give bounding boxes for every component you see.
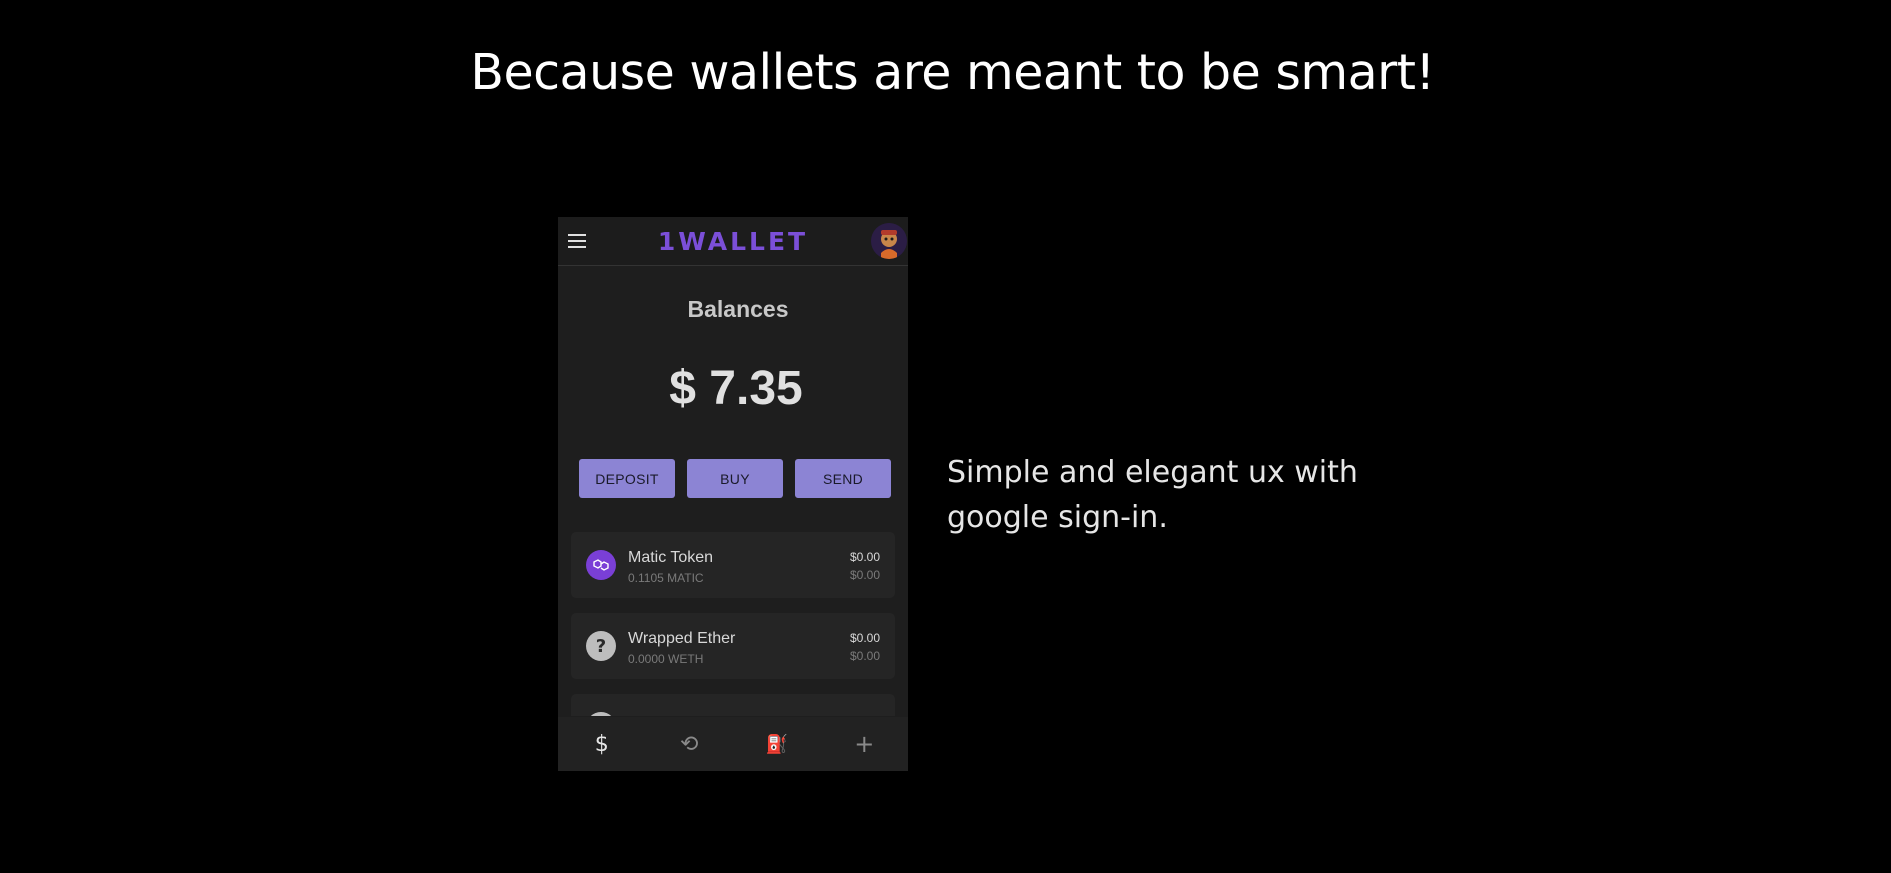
buy-button[interactable]: BUY bbox=[687, 459, 783, 498]
token-row-weth[interactable]: ? Wrapped Ether 0.0000 WETH $0.00 $0.00 bbox=[571, 613, 895, 679]
token-list: Matic Token 0.1105 MATIC $0.00 $0.00 ? W… bbox=[571, 532, 895, 716]
balances-title: Balances bbox=[687, 296, 789, 322]
deposit-button[interactable]: DEPOSIT bbox=[579, 459, 675, 498]
token-row-matic[interactable]: Matic Token 0.1105 MATIC $0.00 $0.00 bbox=[571, 532, 895, 598]
action-buttons: DEPOSIT BUY SEND bbox=[579, 459, 891, 498]
bottom-navigation: $ ⟲ ⛽ + bbox=[558, 717, 908, 771]
dollar-icon: $ bbox=[594, 731, 609, 757]
nav-gas[interactable]: ⛽ bbox=[747, 717, 807, 771]
total-balance: $ 7.35 bbox=[669, 362, 803, 415]
nav-history[interactable]: ⟲ bbox=[659, 717, 719, 771]
token-value: $0.00 bbox=[849, 631, 880, 645]
balances-screen: Balances $ 7.35 DEPOSIT BUY SEND Matic T… bbox=[558, 266, 908, 716]
token-value-secondary: $0.00 bbox=[849, 649, 880, 663]
headline: Because wallets are meant to be smart! bbox=[470, 44, 1435, 101]
plus-icon: + bbox=[854, 730, 875, 758]
token-value: $0.00 bbox=[849, 550, 880, 564]
token-name: Wrapped Ether bbox=[628, 630, 736, 647]
token-icon bbox=[586, 712, 616, 716]
token-value-secondary: $0.00 bbox=[849, 568, 880, 582]
app-bar: 1WALLET bbox=[558, 217, 908, 266]
token-name: Matic Token bbox=[628, 549, 714, 566]
app-logo: 1WALLET bbox=[657, 227, 809, 256]
page: Because wallets are meant to be smart! 1… bbox=[0, 0, 1891, 873]
token-amount: 0.1105 MATIC bbox=[628, 571, 704, 585]
tagline: Simple and elegant ux with google sign-i… bbox=[947, 455, 1358, 535]
history-icon: ⟲ bbox=[680, 731, 699, 757]
nav-add[interactable]: + bbox=[834, 717, 894, 771]
token-row-partial[interactable] bbox=[571, 694, 895, 716]
wallet-app-mockup: 1WALLET Balances $ 7.35 DEPOSIT BUY SEND bbox=[558, 217, 908, 771]
profile-avatar[interactable] bbox=[871, 223, 907, 259]
token-amount: 0.0000 WETH bbox=[628, 652, 704, 666]
nav-balances[interactable]: $ bbox=[572, 717, 632, 771]
polygon-icon bbox=[586, 550, 616, 580]
question-icon: ? bbox=[586, 631, 616, 661]
send-button[interactable]: SEND bbox=[795, 459, 891, 498]
gas-pump-icon: ⛽ bbox=[765, 733, 788, 755]
